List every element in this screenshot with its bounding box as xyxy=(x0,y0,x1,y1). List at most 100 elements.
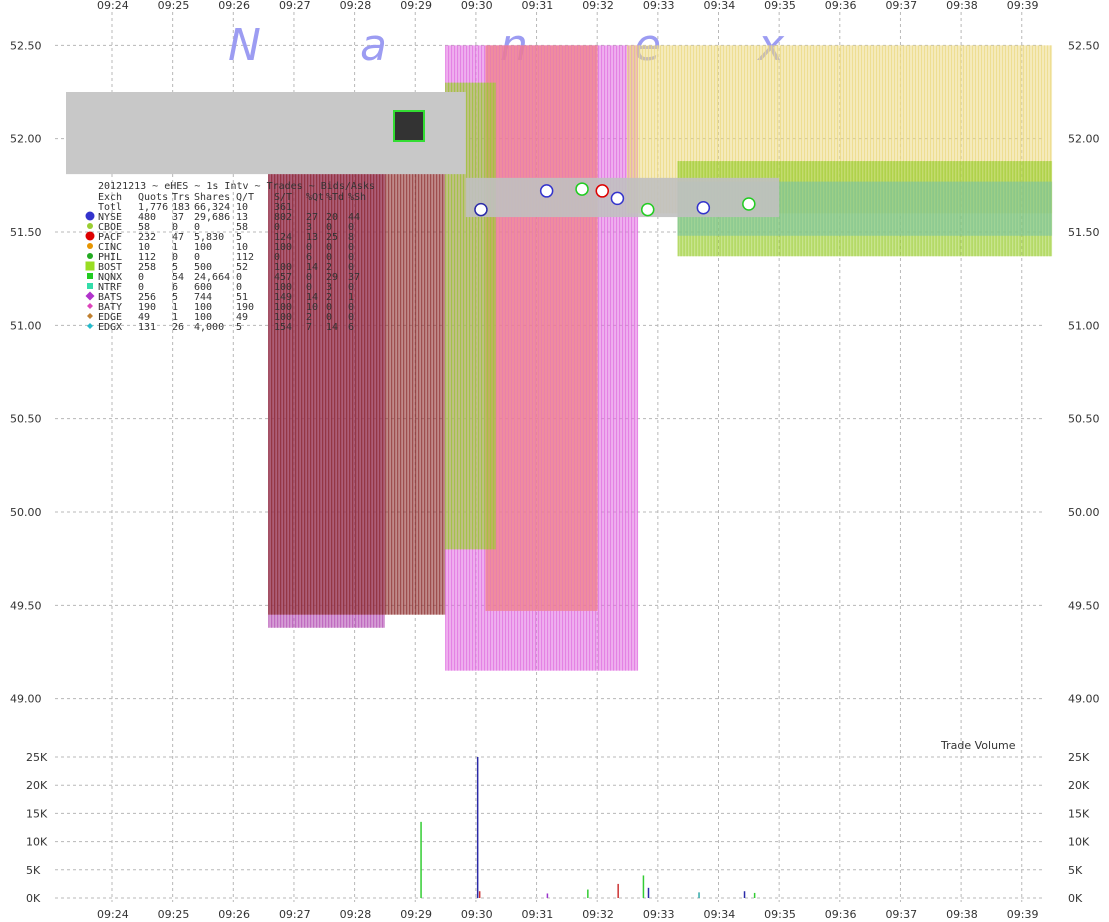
price-tick-right: 49.50 xyxy=(1068,599,1100,612)
time-tick-top: 09:35 xyxy=(764,0,796,12)
time-tick-bottom: 09:37 xyxy=(885,908,917,921)
time-tick-top: 09:31 xyxy=(522,0,554,12)
volume-tick-left: 15K xyxy=(26,807,48,820)
time-tick-bottom: 09:29 xyxy=(400,908,432,921)
volume-tick-right: 20K xyxy=(1068,779,1090,792)
price-tick-left: 49.00 xyxy=(10,693,42,706)
price-tick-left: 52.50 xyxy=(10,39,42,52)
time-tick-top: 09:39 xyxy=(1007,0,1039,12)
price-tick-right: 51.50 xyxy=(1068,226,1100,239)
trade-marker xyxy=(610,191,625,206)
legend-marker-icon xyxy=(87,313,93,319)
time-tick-bottom: 09:24 xyxy=(97,908,129,921)
trade-marker xyxy=(742,197,756,211)
time-tick-bottom: 09:30 xyxy=(461,908,493,921)
legend-cell: 26 xyxy=(172,322,184,333)
volume-bar xyxy=(420,821,422,898)
legend-column-header: %Sh xyxy=(348,192,366,203)
time-tick-bottom: 09:35 xyxy=(764,908,796,921)
time-tick-top: 09:33 xyxy=(643,0,675,12)
trade-marker xyxy=(595,184,610,198)
watermark-letter: a xyxy=(360,20,387,71)
price-tick-right: 51.00 xyxy=(1068,319,1100,332)
time-tick-top: 09:29 xyxy=(400,0,432,12)
legend-cell: 154 xyxy=(274,322,292,333)
volume-bar xyxy=(698,892,700,898)
volume-bar xyxy=(743,891,746,898)
time-tick-bottom: 09:28 xyxy=(340,908,372,921)
trade-marker xyxy=(575,182,589,196)
legend-marker-icon xyxy=(87,223,93,229)
legend-marker-icon xyxy=(85,261,95,271)
time-tick-top: 09:26 xyxy=(218,0,250,12)
price-tick-right: 49.00 xyxy=(1068,693,1100,706)
legend-marker-icon xyxy=(85,291,95,301)
price-tick-left: 52.00 xyxy=(10,133,42,146)
time-tick-bottom: 09:25 xyxy=(158,908,190,921)
price-tick-right: 52.50 xyxy=(1068,39,1100,52)
quote-band-fill xyxy=(486,45,598,611)
legend-cell: EDGX xyxy=(98,322,122,333)
legend-marker-icon xyxy=(87,323,93,329)
time-tick-top: 09:25 xyxy=(158,0,190,12)
time-tick-top: 09:32 xyxy=(582,0,614,12)
volume-bar xyxy=(546,893,549,898)
legend-column-header: %Qt xyxy=(306,192,324,203)
volume-bar xyxy=(617,883,619,898)
time-tick-bottom: 09:27 xyxy=(279,908,311,921)
quote-band-edge xyxy=(485,45,598,611)
time-tick-bottom: 09:33 xyxy=(643,908,675,921)
trade-marker xyxy=(539,184,554,198)
volume-tick-left: 10K xyxy=(26,836,48,849)
price-tick-left: 51.50 xyxy=(10,226,42,239)
legend-marker-icon xyxy=(85,231,95,241)
legend-marker-icon xyxy=(87,273,93,279)
time-tick-top: 09:28 xyxy=(340,0,372,12)
volume-bar xyxy=(587,889,589,898)
volume-tick-right: 15K xyxy=(1068,807,1090,820)
legend-cell: 131 xyxy=(138,322,156,333)
time-tick-top: 09:38 xyxy=(946,0,978,12)
legend-cell: 14 xyxy=(326,322,338,333)
price-tick-right: 52.00 xyxy=(1068,133,1100,146)
legend-marker-icon xyxy=(87,243,93,249)
market-chart: Nanex 52.5052.5052.0052.0051.5051.5051.0… xyxy=(10,0,1100,921)
volume-label: Trade Volume xyxy=(940,739,1016,752)
legend-cell: 7 xyxy=(306,322,312,333)
legend-marker-icon xyxy=(87,253,93,259)
time-tick-bottom: 09:39 xyxy=(1007,908,1039,921)
price-tick-left: 50.50 xyxy=(10,413,42,426)
time-tick-bottom: 09:26 xyxy=(218,908,250,921)
volume-tick-right: 5K xyxy=(1068,864,1083,877)
time-tick-top: 09:30 xyxy=(461,0,493,12)
time-tick-top: 09:37 xyxy=(885,0,917,12)
price-tick-left: 51.00 xyxy=(10,319,42,332)
price-tick-left: 50.00 xyxy=(10,506,42,519)
volume-tick-left: 25K xyxy=(26,751,48,764)
trade-marker xyxy=(696,200,711,215)
time-tick-bottom: 09:32 xyxy=(582,908,614,921)
volume-bars xyxy=(420,757,756,898)
price-tick-right: 50.00 xyxy=(1068,506,1100,519)
time-tick-bottom: 09:36 xyxy=(825,908,857,921)
legend-cell: 4,000 xyxy=(194,322,224,333)
legend-marker-icon xyxy=(87,303,93,309)
volume-bar xyxy=(642,875,645,898)
volume-tick-left: 5K xyxy=(26,864,41,877)
time-tick-top: 09:27 xyxy=(279,0,311,12)
time-tick-bottom: 09:34 xyxy=(704,908,736,921)
volume-tick-right: 25K xyxy=(1068,751,1090,764)
volume-tick-right: 0K xyxy=(1068,892,1083,905)
time-tick-top: 09:36 xyxy=(825,0,857,12)
legend-marker-icon xyxy=(85,211,95,221)
time-tick-bottom: 09:38 xyxy=(946,908,978,921)
legend-column-header: %Td xyxy=(326,192,344,203)
volume-tick-left: 0K xyxy=(26,892,41,905)
legend-row-pacf: PACF 232 47 5,830 5 124 13 25 8 xyxy=(85,231,354,243)
time-tick-bottom: 09:31 xyxy=(522,908,554,921)
time-tick-top: 09:24 xyxy=(97,0,129,12)
volume-bar xyxy=(647,887,650,898)
volume-tick-left: 20K xyxy=(26,779,48,792)
legend-cell: 5 xyxy=(236,322,242,333)
volume-bar xyxy=(753,892,756,898)
